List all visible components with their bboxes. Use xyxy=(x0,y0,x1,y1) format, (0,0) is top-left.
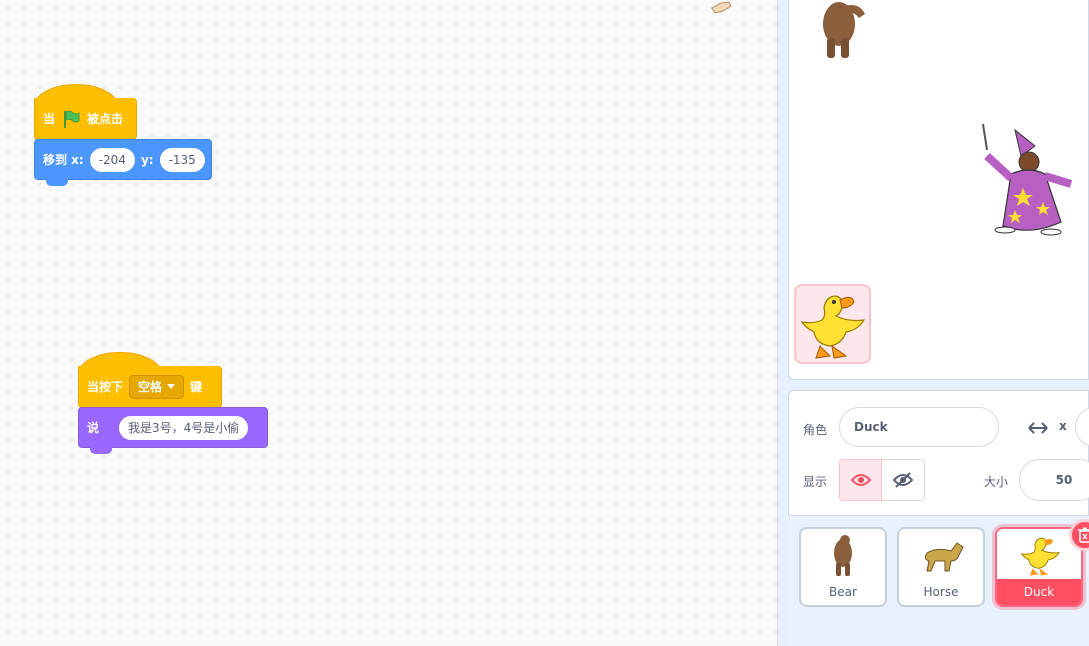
duck-sprite-stage[interactable] xyxy=(794,284,871,364)
hat-clicked-label: 被点击 xyxy=(87,112,124,126)
right-panel: 角色 Duck x 显示 大小 50 Bear Horse Duck xyxy=(778,0,1089,646)
duck-sprite-icon xyxy=(800,295,866,359)
say-block[interactable]: 说 我是3号，4号是小偷 xyxy=(78,407,268,448)
y-input[interactable]: -135 xyxy=(159,147,205,172)
when-key-pressed-block[interactable]: 当按下 空格 键 xyxy=(78,366,222,408)
y-label: y: xyxy=(140,152,154,167)
hat-key-label: 键 xyxy=(190,380,203,394)
sprite-tile-horse[interactable]: Horse xyxy=(897,527,985,607)
goto-label: 移到 x: xyxy=(43,153,84,167)
x-input[interactable]: -204 xyxy=(89,147,135,172)
say-text-input[interactable]: 我是3号，4号是小偷 xyxy=(119,415,249,440)
size-input[interactable]: 50 xyxy=(1019,459,1089,501)
sprite-name-input[interactable]: Duck xyxy=(839,407,999,447)
show-label: 显示 xyxy=(803,475,828,489)
sprite-list: Bear Horse Duck xyxy=(788,516,1089,646)
bear-sprite[interactable] xyxy=(811,0,871,60)
horizontal-arrows-icon xyxy=(1028,422,1048,434)
when-flag-clicked-block[interactable]: 当 被点击 xyxy=(34,98,137,140)
goto-xy-block[interactable]: 移到 x: -204 y: -135 xyxy=(34,139,212,180)
key-dropdown[interactable]: 空格 xyxy=(129,374,185,399)
sprite-label: 角色 xyxy=(803,423,828,437)
block-notch xyxy=(90,447,112,454)
show-hidden-button[interactable] xyxy=(882,459,925,501)
green-flag-icon xyxy=(64,110,80,128)
key-option: 空格 xyxy=(138,380,163,394)
duck-thumbnail-icon xyxy=(1020,537,1060,576)
sprite-tile-name: Bear xyxy=(829,585,857,599)
hat-when-label: 当 xyxy=(43,112,56,126)
x-label: x xyxy=(1059,419,1067,433)
sprite-tile-name: Duck xyxy=(997,579,1081,605)
say-label: 说 xyxy=(87,421,100,435)
eye-off-icon xyxy=(893,472,913,488)
sprite-tile-name: Horse xyxy=(923,585,959,599)
eye-icon xyxy=(850,474,871,486)
horse-thumbnail-icon xyxy=(924,542,964,572)
sprite-tile-bear[interactable]: Bear xyxy=(799,527,887,607)
bear-thumbnail-icon xyxy=(834,535,852,576)
sprite-info-panel: 角色 Duck x 显示 大小 50 xyxy=(788,390,1089,516)
size-label: 大小 xyxy=(984,475,1009,489)
trash-icon xyxy=(1078,527,1089,543)
x-coordinate-input[interactable] xyxy=(1075,407,1089,447)
block-notch xyxy=(46,179,68,186)
show-visible-button[interactable] xyxy=(839,459,882,501)
drag-hand-icon xyxy=(711,1,732,14)
chevron-down-icon xyxy=(167,384,176,389)
code-workspace[interactable]: 当 被点击 移到 x: -204 y: -135 当按下 空格 键 说 我是3号… xyxy=(0,0,778,646)
wizard-sprite[interactable] xyxy=(975,122,1085,240)
hat-when-pressed-label: 当按下 xyxy=(87,380,124,394)
stage[interactable] xyxy=(788,0,1089,380)
